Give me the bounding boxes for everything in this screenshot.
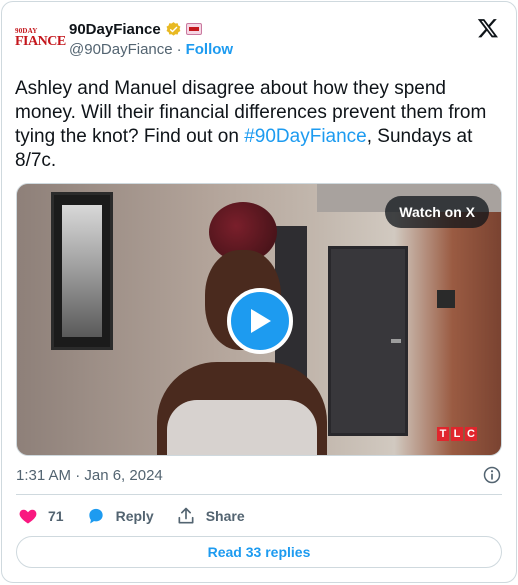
share-icon [178,507,194,524]
verified-badge-icon[interactable] [165,21,182,38]
tlc-letter: L [451,427,463,441]
x-logo-icon[interactable] [477,17,499,39]
reply-button[interactable]: Reply [86,506,154,526]
timestamp[interactable]: 1:31 AM · Jan 6, 2024 [16,467,163,484]
like-count: 71 [48,508,64,524]
hashtag-link[interactable]: #90DayFiance [244,126,367,147]
tweet-header: 90DAY FIANCE 90DayFiance @90DayFiance · … [15,15,503,59]
read-replies-button[interactable]: Read 33 replies [16,536,502,568]
heart-icon [19,509,37,524]
tlc-letter: T [437,427,449,441]
wall-picture-frame [51,192,113,350]
divider [16,494,502,495]
video-player[interactable]: Watch on X T L C [16,183,502,456]
tlc-watermark: T L C [437,427,477,441]
separator-dot: · [176,40,182,58]
logo-text-fiance: FIANCE [15,33,66,49]
reply-label: Reply [115,508,154,524]
timestamp-row: 1:31 AM · Jan 6, 2024 [16,464,502,486]
handle[interactable]: @90DayFiance [69,41,173,58]
info-icon[interactable] [482,465,502,485]
share-label: Share [205,508,245,524]
author-info: 90DayFiance @90DayFiance · Follow [69,19,233,59]
like-button[interactable]: 71 [18,506,64,526]
play-icon [251,309,271,333]
tlc-letter: C [465,427,477,441]
share-button[interactable]: Share [176,506,245,526]
action-bar: 71 Reply Share [18,503,267,529]
avatar[interactable]: 90DAY FIANCE [15,23,66,53]
watch-on-x-button[interactable]: Watch on X [385,196,489,228]
play-button[interactable] [227,288,293,354]
reply-bubble-icon [88,508,103,524]
display-name[interactable]: 90DayFiance [69,21,161,38]
restroom-sign [437,290,455,308]
tweet-card: 90DAY FIANCE 90DayFiance @90DayFiance · … [1,1,517,583]
door [328,246,408,436]
follow-button[interactable]: Follow [186,41,234,58]
tweet-text: Ashley and Manuel disagree about how the… [15,77,505,173]
affiliate-badge-icon[interactable] [185,23,202,35]
